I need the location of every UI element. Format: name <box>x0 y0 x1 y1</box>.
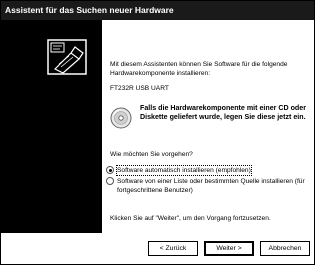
cancel-button[interactable]: Abbrechen <box>260 241 310 256</box>
button-divider <box>1 233 314 234</box>
option-auto-install-label: Software automatisch installieren (empfo… <box>116 164 252 176</box>
cd-notice: Falls die Hardwarekomponente mit einer C… <box>140 104 306 121</box>
intro-text: Mit diesem Assistenten können Sie Softwa… <box>110 61 288 77</box>
window-title: Assistent für das Suchen neuer Hardware <box>5 5 174 15</box>
radio-manual-install[interactable] <box>106 177 114 185</box>
wizard-side-panel <box>1 20 102 233</box>
title-bar[interactable]: Assistent für das Suchen neuer Hardware <box>1 1 314 20</box>
hardware-wizard-icon <box>47 39 87 75</box>
device-name: FT232R USB UART <box>110 85 169 92</box>
back-button[interactable]: < Zurück <box>148 241 198 256</box>
cd-disc-icon <box>110 107 132 129</box>
wizard-window: Assistent für das Suchen neuer Hardware … <box>0 0 315 265</box>
continue-hint: Klicken Sie auf "Weiter", um den Vorgang… <box>110 215 271 222</box>
next-button[interactable]: Weiter > <box>204 241 254 256</box>
radio-auto-install[interactable] <box>106 166 114 174</box>
question-label: Wie möchten Sie vorgehen? <box>110 151 193 158</box>
wizard-content: Mit diesem Assistenten können Sie Softwa… <box>102 20 314 233</box>
option-manual-install-label: Software von einer Liste oder bestimmten… <box>117 177 305 194</box>
